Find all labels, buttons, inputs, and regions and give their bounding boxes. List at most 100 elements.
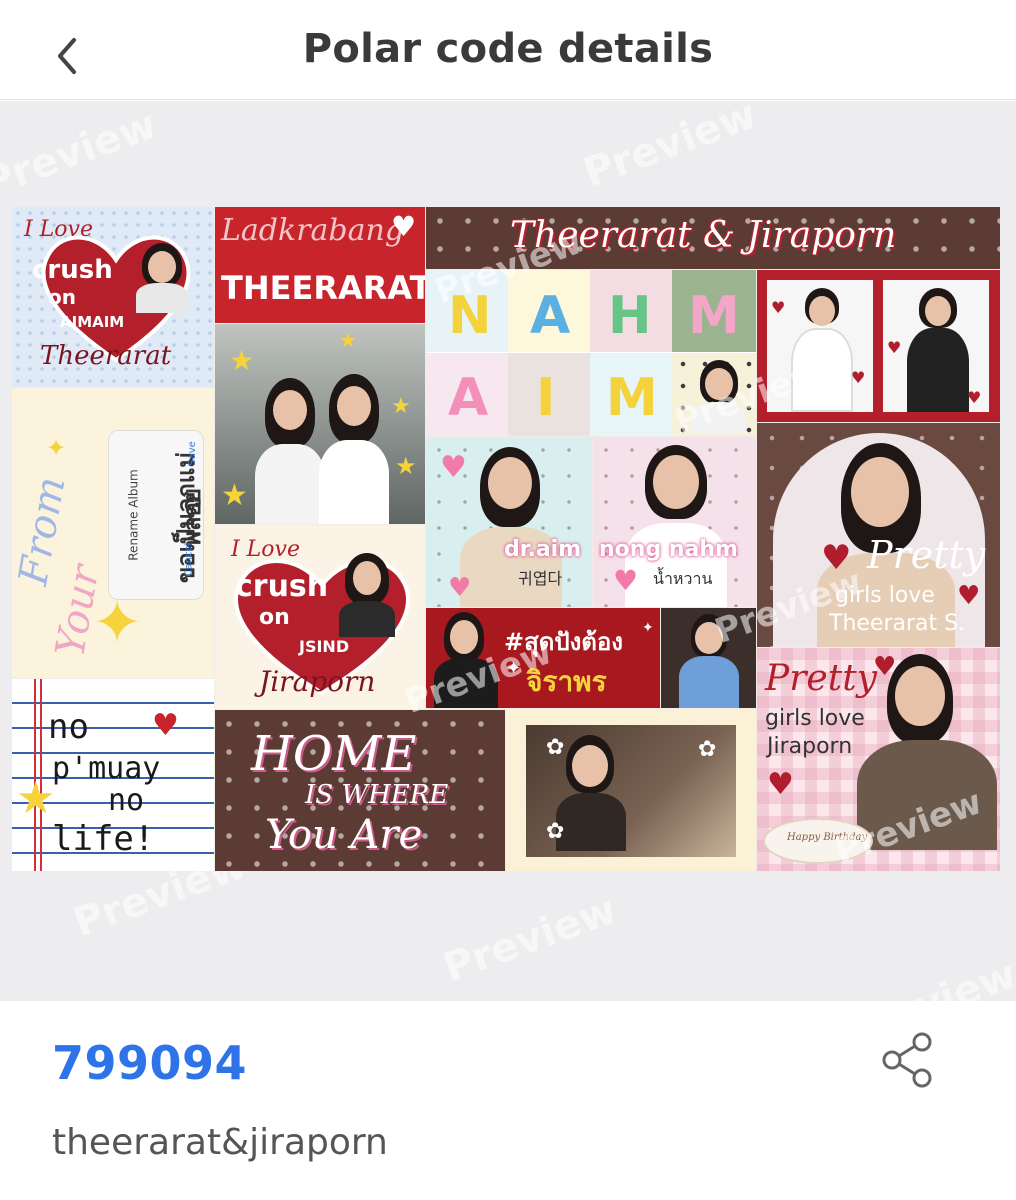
label-rename-album: Rename Album: [126, 469, 141, 561]
heart-icon: ♥: [391, 210, 417, 243]
label-i-love: I Love: [231, 537, 300, 562]
watermark: Preview: [0, 101, 163, 207]
tile-ladkrabang: Ladkrabang ♥ THEERARAT: [215, 207, 425, 323]
star-icon: ✦: [92, 588, 143, 658]
tile-thai-red: #สุดปังต้อง จิราพร ✦ ✦: [426, 608, 660, 708]
label-life: life!: [52, 819, 155, 859]
label-crush: crush: [32, 255, 113, 285]
heart-icon: ♥: [851, 368, 866, 387]
label-aimaim: AIMAIM: [60, 313, 125, 331]
label-home: HOME: [251, 726, 417, 782]
tile-nongnahm: nong nahm ♥ น้ำหวาน: [593, 437, 756, 607]
photo-person: [337, 553, 397, 637]
tile-letters: N A H M A I M: [426, 270, 756, 436]
label-you-are: You Are: [265, 812, 423, 858]
label-jiraporn: Jiraporn: [259, 665, 376, 698]
polar-code: 799094: [52, 1036, 248, 1090]
heart-icon: ♥: [821, 538, 852, 578]
star-icon: ✦: [506, 658, 522, 679]
photo-person: [255, 378, 325, 524]
photo-person: [556, 735, 626, 851]
label-nongnahm: nong nahm: [599, 537, 738, 562]
star-icon: ★: [221, 478, 248, 513]
photo-person: [903, 288, 973, 412]
heart-icon: ♥: [613, 564, 639, 597]
label-is-where: IS WHERE: [305, 780, 449, 810]
label-i-love: I Love: [24, 217, 93, 242]
tile-from-your: From Your Rename Album ขอเป็นลูกแม่ พลอย…: [12, 388, 214, 678]
photo-person: [434, 612, 498, 708]
heart-icon: ♥: [448, 573, 472, 603]
label-draim: dr.aim: [504, 537, 582, 562]
flower-icon: ✿: [546, 819, 565, 844]
label-thai-jiraporn: จิราพร: [526, 665, 607, 698]
label-theerarat: Theerarat: [40, 341, 172, 371]
star-icon: ★: [229, 344, 255, 377]
star-icon: ★: [16, 773, 56, 824]
label-pmuay: p'muay: [52, 751, 161, 786]
photo-person: [679, 614, 739, 708]
photo-person: [319, 374, 389, 524]
tile-notebook: no p'muay no life! ♥ ★: [12, 679, 214, 871]
label-on: on: [259, 605, 290, 630]
letter-h: H: [608, 286, 652, 346]
photo-person: [132, 243, 192, 313]
heart-icon: ♥: [967, 388, 982, 407]
share-button[interactable]: [874, 1026, 942, 1094]
label-girls-love: girls love: [765, 706, 865, 731]
heart-icon: ♥: [873, 652, 897, 682]
photo-person: [688, 358, 748, 434]
flower-icon: ✿: [698, 737, 717, 762]
watermark: Preview: [577, 101, 763, 197]
polar-code-name: theerarat&jiraporn: [52, 1122, 388, 1163]
label-no-2: no: [108, 783, 145, 818]
page-title: Polar code details: [302, 26, 714, 72]
tile-love-aimaim: I Love crush on AIMAIM Theerarat: [12, 207, 214, 387]
tile-draim: ♥ ♥ dr.aim 귀엽다: [426, 437, 592, 607]
star-icon: ★: [339, 328, 357, 352]
label-banner: Theerarat & Jiraporn: [510, 215, 897, 256]
letter-n: N: [448, 286, 492, 346]
share-icon: [882, 1032, 932, 1088]
label-jsind: JSIND: [299, 637, 350, 656]
label-crush: crush: [235, 569, 329, 604]
watermark: Preview: [838, 952, 1016, 1001]
letter-m: M: [688, 286, 740, 346]
tile-love-jsind: I Love crush on JSIND Jiraporn: [215, 525, 425, 709]
photo-person: [857, 654, 997, 850]
heart-icon: ♥: [887, 338, 902, 357]
collage-image: I Love crush on AIMAIM Theerarat Ladkrab…: [12, 207, 1000, 871]
label-thai-2: พลอย: [178, 487, 207, 548]
preview-area: Preview Preview Preview Preview Preview …: [0, 101, 1016, 1001]
watermark: Preview: [437, 886, 623, 992]
star-icon: ✦: [642, 620, 654, 636]
broken-heart-icon: ♥: [152, 708, 179, 743]
heart-icon: ♥: [440, 450, 467, 485]
letter-i: I: [536, 368, 556, 428]
heart-icon: ♥: [767, 767, 794, 802]
label-girls-love: girls love: [835, 583, 935, 608]
label-no: no: [48, 707, 89, 747]
tile-banner: Theerarat & Jiraporn: [426, 207, 1000, 269]
label-save: Save: [186, 441, 198, 466]
label-cancel: Cancel: [183, 542, 195, 577]
label-pretty: Pretty: [765, 658, 878, 699]
photo-person: [787, 288, 857, 412]
letter-a: A: [530, 286, 571, 346]
tile-photo-pair: ♥ ♥ ♥ ♥: [757, 270, 1000, 422]
label-pretty: Pretty: [867, 533, 986, 577]
letter-a2: A: [448, 368, 489, 428]
label-cake: Happy Birthday: [787, 832, 868, 843]
label-theerarat-caps: THEERARAT: [221, 269, 425, 307]
tile-photo-friends: ★ ★ ★ ★ ★: [215, 324, 425, 524]
label-theerarat-s: Theerarat S.: [829, 611, 966, 636]
heart-icon: ♥: [957, 581, 981, 611]
letter-m2: M: [606, 368, 658, 428]
star-icon: ★: [391, 394, 411, 419]
tile-photo-small: [661, 608, 756, 708]
label-jiraporn: Jiraporn: [767, 734, 853, 759]
tile-pretty-theerarat: Pretty girls love Theerarat S. ♥ ♥: [757, 423, 1000, 647]
label-ladkrabang: Ladkrabang: [221, 213, 405, 248]
heart-icon: ♥: [771, 298, 786, 317]
tile-pretty-jiraporn: Happy Birthday Pretty girls love Jirapor…: [757, 648, 1000, 871]
